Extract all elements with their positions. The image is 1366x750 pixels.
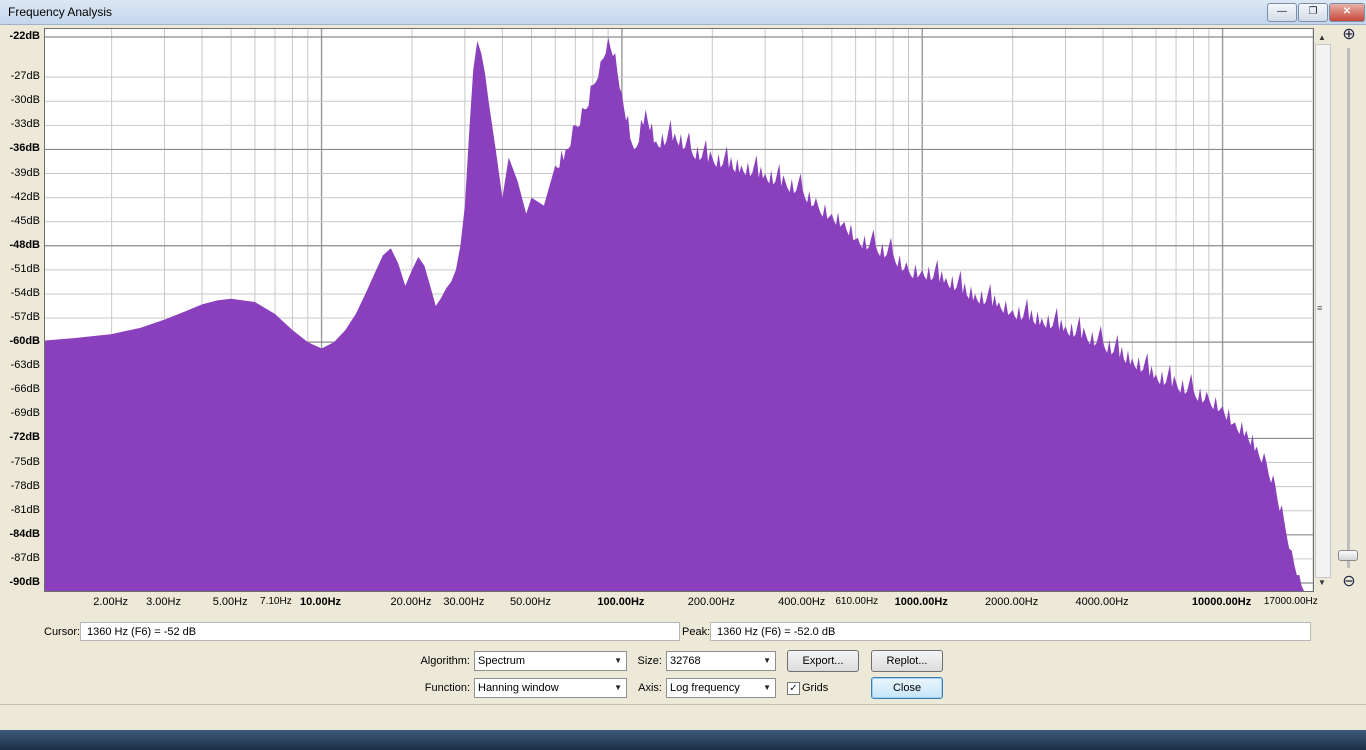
y-tick-label: -87dB: [10, 551, 40, 564]
chevron-down-icon: ▼: [763, 656, 771, 665]
scroll-grip-icon: ≡: [1317, 303, 1323, 313]
x-tick-label: 10000.00Hz: [1191, 596, 1252, 608]
grids-checkbox[interactable]: ✓: [787, 682, 800, 695]
algorithm-label: Algorithm:: [420, 655, 470, 667]
chevron-down-icon: ▼: [763, 683, 771, 692]
size-select[interactable]: 32768 ▼: [666, 651, 776, 671]
algorithm-select[interactable]: Spectrum ▼: [474, 651, 627, 671]
axis-value: Log frequency: [670, 682, 740, 694]
algorithm-value: Spectrum: [478, 655, 526, 667]
x-tick-label: 1000.00Hz: [894, 596, 948, 608]
spectrum-area: [45, 37, 1313, 591]
y-tick-label: -75dB: [10, 455, 40, 468]
size-label: Size:: [637, 655, 662, 667]
y-tick-label: -42dB: [10, 190, 40, 203]
chevron-down-icon: ▼: [614, 656, 622, 665]
x-tick-label: 5.00Hz: [212, 596, 248, 608]
y-tick-label: -33dB: [10, 118, 40, 131]
y-tick-label: -22dB: [9, 30, 40, 43]
y-tick-label: -78dB: [10, 479, 40, 492]
x-tick-label: 2.00Hz: [93, 596, 129, 608]
y-tick-label: -84dB: [9, 527, 40, 540]
cursor-readout: 1360 Hz (F6) = -52 dB: [80, 622, 680, 641]
y-tick-label: -66dB: [10, 383, 40, 396]
y-tick-label: -51dB: [10, 262, 40, 275]
size-value: 32768: [670, 655, 701, 667]
x-tick-label: 4000.00Hz: [1075, 596, 1129, 608]
zoom-slider-thumb[interactable]: [1338, 550, 1358, 561]
x-tick-label: 20.00Hz: [390, 596, 432, 608]
scroll-up-icon[interactable]: ▲: [1318, 33, 1326, 42]
x-tick-label: 10.00Hz: [300, 596, 342, 608]
y-tick-label: -60dB: [9, 335, 40, 348]
y-tick-label: -48dB: [9, 238, 40, 251]
y-tick-label: -39dB: [10, 166, 40, 179]
y-tick-label: -63dB: [10, 359, 40, 372]
y-tick-label: -90dB: [9, 575, 40, 588]
function-label: Function:: [424, 682, 470, 694]
replot-button[interactable]: Replot...: [871, 650, 943, 672]
x-tick-label: 100.00Hz: [597, 596, 645, 608]
status-bar: [0, 704, 1366, 731]
y-tick-label: -45dB: [10, 214, 40, 227]
cursor-label: Cursor:: [44, 626, 81, 638]
x-tick-label: 50.00Hz: [509, 596, 551, 608]
function-value: Hanning window: [478, 682, 559, 694]
y-tick-label: -69dB: [10, 407, 40, 420]
zoom-in-icon[interactable]: ⊕: [1340, 26, 1358, 44]
zoom-slider-track[interactable]: [1347, 48, 1350, 568]
y-tick-label: -72dB: [9, 431, 40, 444]
window-title: Frequency Analysis: [8, 5, 113, 19]
close-button[interactable]: Close: [871, 677, 943, 699]
y-tick-label: -36dB: [9, 142, 40, 155]
x-tick-label: 2000.00Hz: [985, 596, 1039, 608]
x-tick-label: 17000.00Hz: [1263, 596, 1318, 607]
y-tick-label: -27dB: [10, 70, 40, 83]
peak-readout: 1360 Hz (F6) = -52.0 dB: [710, 622, 1311, 641]
taskbar: [0, 730, 1366, 750]
axis-select[interactable]: Log frequency ▼: [666, 678, 776, 698]
y-tick-label: -54dB: [10, 286, 40, 299]
y-tick-label: -30dB: [10, 94, 40, 107]
chevron-down-icon: ▼: [614, 683, 622, 692]
x-tick-label: 7.10Hz: [260, 596, 292, 607]
y-tick-label: -81dB: [10, 503, 40, 516]
spectrum-chart[interactable]: [45, 29, 1313, 591]
x-tick-label: 200.00Hz: [687, 596, 735, 608]
minimize-button[interactable]: —: [1267, 3, 1297, 22]
grids-label: Grids: [802, 682, 829, 694]
zoom-out-icon[interactable]: ⊖: [1340, 573, 1358, 591]
close-window-button[interactable]: ✕: [1329, 3, 1365, 22]
x-tick-label: 3.00Hz: [146, 596, 181, 608]
peak-label: Peak:: [682, 626, 711, 638]
spectrum-plot[interactable]: [44, 28, 1314, 592]
export-button[interactable]: Export...: [787, 650, 859, 672]
y-tick-label: -57dB: [10, 311, 40, 324]
scroll-down-icon[interactable]: ▼: [1318, 578, 1326, 587]
restore-button[interactable]: ❐: [1298, 3, 1328, 22]
function-select[interactable]: Hanning window ▼: [474, 678, 627, 698]
axis-label: Axis:: [638, 682, 662, 694]
x-tick-label: 30.00Hz: [443, 596, 485, 608]
x-tick-label: 400.00Hz: [778, 596, 826, 608]
title-bar: Frequency Analysis — ❐ ✕: [0, 0, 1366, 25]
x-tick-label: 610.00Hz: [835, 596, 879, 607]
